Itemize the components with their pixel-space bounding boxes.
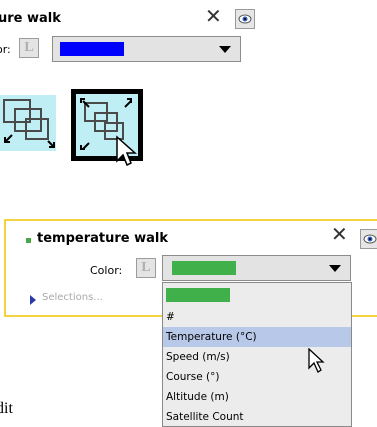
edit-text-fragment: dit: [0, 400, 13, 417]
dropdown-option[interactable]: Satellite Count: [163, 407, 351, 426]
line-style-button[interactable]: L: [19, 38, 39, 58]
expand-triangle-icon[interactable]: [30, 295, 36, 305]
color-combo[interactable]: [162, 255, 351, 281]
layer-title: ure walk: [0, 11, 61, 26]
eye-icon: [238, 14, 252, 24]
chevron-down-icon: [219, 46, 231, 53]
line-style-button[interactable]: L: [136, 258, 156, 278]
color-combo[interactable]: [52, 36, 241, 62]
selections-toggle[interactable]: Selections...: [42, 292, 103, 303]
dropdown-option[interactable]: Altitude (m): [163, 387, 351, 407]
shrink-windows-icon[interactable]: [0, 87, 60, 159]
color-swatch: [166, 288, 230, 302]
eye-icon: [363, 234, 377, 244]
color-label: Color:: [90, 264, 123, 277]
visibility-toggle-button[interactable]: [235, 9, 255, 29]
dropdown-option[interactable]: #: [163, 307, 351, 327]
close-icon[interactable]: ✕: [205, 6, 222, 26]
visibility-toggle-button[interactable]: [360, 229, 377, 249]
layer-title: temperature walk: [37, 231, 168, 246]
chevron-down-icon: [329, 265, 341, 272]
expand-windows-icon[interactable]: [69, 87, 147, 171]
color-label: or:: [0, 43, 11, 56]
color-swatch: [60, 42, 124, 56]
color-swatch: [172, 261, 236, 275]
cursor-icon: [308, 348, 325, 373]
layer-bullet-icon: [26, 238, 31, 243]
close-icon[interactable]: ✕: [331, 224, 348, 244]
dropdown-option-selected[interactable]: Temperature (°C): [163, 327, 351, 347]
dropdown-option-color[interactable]: [163, 283, 351, 307]
